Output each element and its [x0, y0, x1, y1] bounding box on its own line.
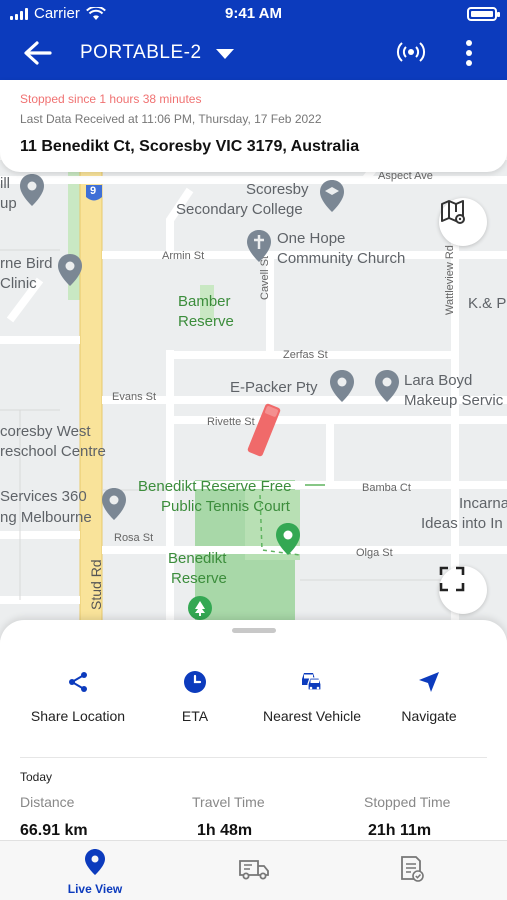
park-label: Reserve	[178, 313, 234, 330]
vehicle-address: 11 Benedikt Ct, Scoresby VIC 3179, Austr…	[20, 138, 360, 155]
street-label: Rosa St	[114, 532, 154, 544]
poi-pin-icon	[102, 488, 126, 520]
poi-label: Ideas into In	[421, 515, 503, 532]
status-bar: Carrier 9:41 AM	[0, 0, 507, 30]
street-label: Evans St	[112, 391, 157, 403]
report-icon	[401, 856, 424, 882]
navigate-icon	[419, 672, 439, 692]
last-data-received: Last Data Received at 11:06 PM, Thursday…	[20, 112, 322, 126]
vehicle-selector[interactable]: PORTABLE-2	[80, 42, 234, 64]
tree-icon	[188, 596, 212, 620]
poi-label: rne Bird	[0, 255, 53, 272]
stopped-time-label: Stopped Time	[364, 794, 451, 810]
more-options-icon[interactable]	[462, 38, 476, 68]
park-label: Bamber	[178, 293, 231, 310]
stopped-time-value: 21h 11m	[368, 822, 432, 839]
stopped-time-stat: Stopped Time 21h 11m	[364, 794, 450, 840]
vehicles-icon	[302, 673, 322, 691]
bottom-sheet: Share Location ETA Nearest Vehicle Navig…	[0, 620, 507, 842]
poi-label: ng Melbourne	[0, 509, 92, 526]
sheet-drag-handle[interactable]	[232, 628, 276, 633]
map-layers-icon	[441, 200, 465, 224]
location-pin-icon	[85, 849, 105, 875]
poi-label: Makeup Servic	[404, 392, 504, 409]
poi-label: up	[0, 195, 17, 212]
poi-label: Incarna	[459, 495, 507, 512]
poi-pin-icon	[375, 370, 399, 402]
travel-time-value: 1h 48m	[197, 822, 253, 839]
poi-label: Clinic	[0, 275, 37, 292]
poi-pin-icon	[330, 370, 354, 402]
navigate-button[interactable]: Navigate	[359, 668, 499, 724]
poi-label: Scoresby	[246, 181, 309, 198]
poi-label: Services 360	[0, 488, 87, 505]
travel-time-stat: Travel Time 1h 48m	[192, 794, 265, 840]
park-label: Public Tennis Court	[161, 498, 290, 515]
back-arrow-icon[interactable]	[20, 38, 56, 68]
poi-label: K.& P	[468, 295, 507, 312]
truck-icon	[239, 860, 269, 880]
map-view[interactable]: 9 Aspect Ave Scoresby Secondary College …	[0, 160, 507, 640]
distance-value: 66.91 km	[20, 822, 88, 839]
nav-trips[interactable]	[194, 857, 314, 886]
app-bar: PORTABLE-2	[0, 30, 507, 80]
nav-live-view[interactable]: Live View	[35, 849, 155, 896]
street-label: Cavell St	[259, 255, 271, 300]
street-label: Zerfas St	[283, 349, 328, 361]
stopped-duration: Stopped since 1 hours 38 minutes	[20, 92, 202, 106]
street-label: Bamba Ct	[362, 482, 411, 494]
street-label: Olga St	[356, 547, 393, 559]
poi-label: ill	[0, 175, 10, 192]
share-icon	[69, 672, 87, 692]
poi-label: One Hope	[277, 230, 346, 247]
park-label: Benedikt	[168, 550, 227, 567]
poi-label: Community Church	[277, 250, 406, 267]
poi-label: coresby West	[0, 423, 91, 440]
nav-reports[interactable]	[352, 855, 472, 888]
street-label: Wattleview Rd	[444, 245, 456, 315]
fullscreen-icon	[439, 566, 465, 592]
distance-stat: Distance 66.91 km	[20, 794, 88, 840]
distance-label: Distance	[20, 794, 75, 810]
summary-period: Today	[20, 770, 53, 784]
map-layers-button[interactable]	[439, 198, 487, 246]
dropdown-caret-icon	[215, 49, 234, 59]
fullscreen-button[interactable]	[439, 566, 487, 614]
battery-icon	[467, 7, 500, 21]
top-bar: Carrier 9:41 AM PORTABLE-2	[0, 0, 507, 80]
divider	[20, 757, 487, 758]
clock: 9:41 AM	[225, 5, 282, 22]
route-shield-label: 9	[90, 185, 97, 197]
vehicle-name: PORTABLE-2	[80, 42, 202, 63]
travel-time-label: Travel Time	[192, 794, 265, 810]
vehicle-marker-icon[interactable]	[244, 400, 284, 460]
poi-label: reschool Centre	[0, 443, 106, 460]
street-label: Armin St	[162, 250, 205, 262]
poi-label: Lara Boyd	[404, 372, 473, 389]
poi-label: E-Packer Pty	[230, 379, 318, 396]
nav-live-view-label: Live View	[67, 882, 123, 896]
poi-label: Secondary College	[176, 201, 303, 218]
street-label: Stud Rd	[88, 559, 104, 610]
poi-pin-icon	[20, 174, 44, 206]
park-pin-icon	[276, 523, 300, 555]
park-label: Benedikt Reserve Free	[138, 478, 292, 495]
broadcast-icon[interactable]	[396, 40, 426, 64]
navigate-label: Navigate	[401, 708, 457, 724]
poi-pin-icon	[58, 254, 82, 286]
vehicle-info-card: Stopped since 1 hours 38 minutes Last Da…	[0, 80, 507, 172]
clock-icon	[184, 671, 206, 693]
school-pin-icon	[320, 180, 344, 212]
bottom-navigation: Live View	[0, 840, 507, 900]
church-pin-icon	[247, 230, 271, 262]
park-label: Reserve	[171, 570, 227, 587]
